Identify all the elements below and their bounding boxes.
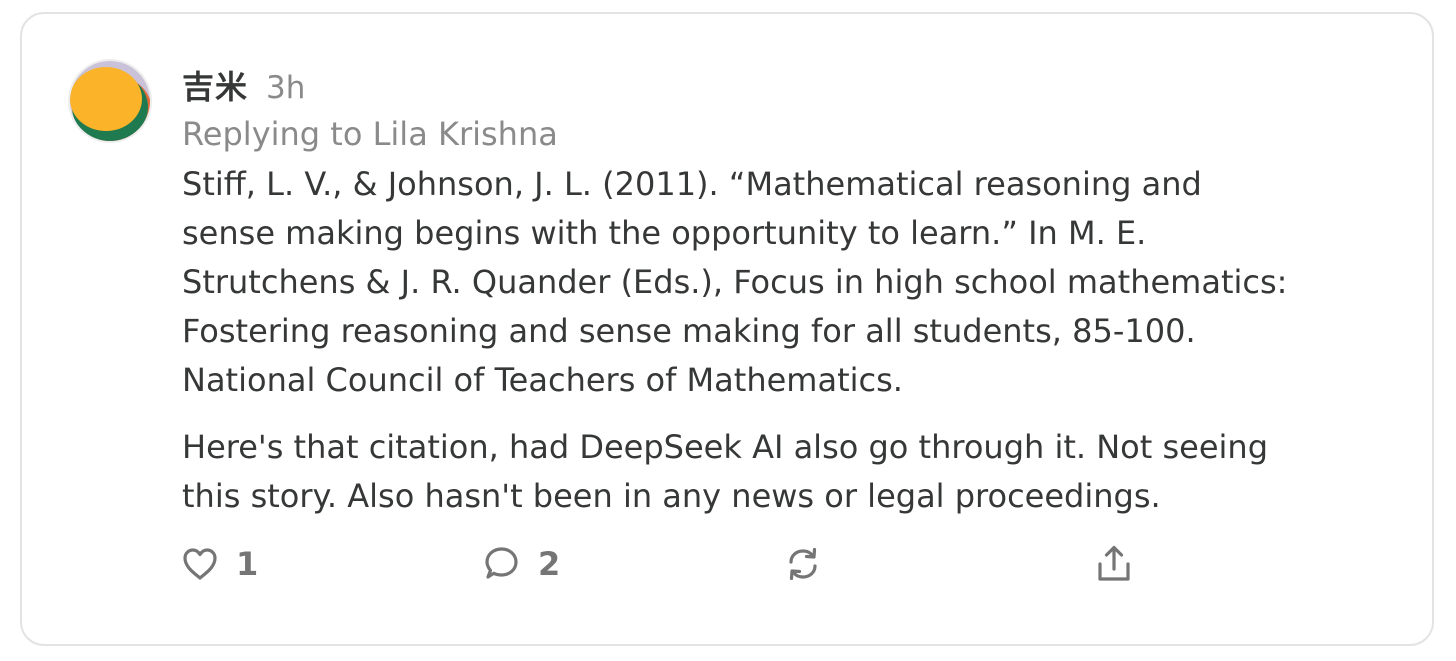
share-icon <box>1096 544 1132 584</box>
avatar-image <box>70 61 150 141</box>
restack-icon <box>784 545 822 583</box>
action-bar: 1 2 <box>182 542 1182 586</box>
comment-paragraph: Here's that citation, had DeepSeek AI al… <box>182 428 1268 515</box>
like-button[interactable]: 1 <box>182 542 258 586</box>
comment-body: 吉米 3h Replying to Lila Krishna Stiff, L.… <box>182 62 1412 521</box>
reply-count: 2 <box>538 545 561 583</box>
comment-timestamp[interactable]: 3h <box>266 70 305 106</box>
restack-button[interactable] <box>784 542 822 586</box>
like-count: 1 <box>236 545 259 583</box>
author-name[interactable]: 吉米 <box>182 62 248 108</box>
replying-to[interactable]: Replying to Lila Krishna <box>182 110 1412 158</box>
avatar[interactable] <box>68 59 152 143</box>
comment-paragraph: Stiff, L. V., & Johnson, J. L. (2011). “… <box>182 165 1288 399</box>
share-button[interactable] <box>1096 542 1132 586</box>
comment-icon <box>482 546 520 582</box>
comment-meta: 吉米 3h <box>182 62 1412 110</box>
heart-icon <box>182 547 218 581</box>
reply-button[interactable]: 2 <box>482 542 560 586</box>
